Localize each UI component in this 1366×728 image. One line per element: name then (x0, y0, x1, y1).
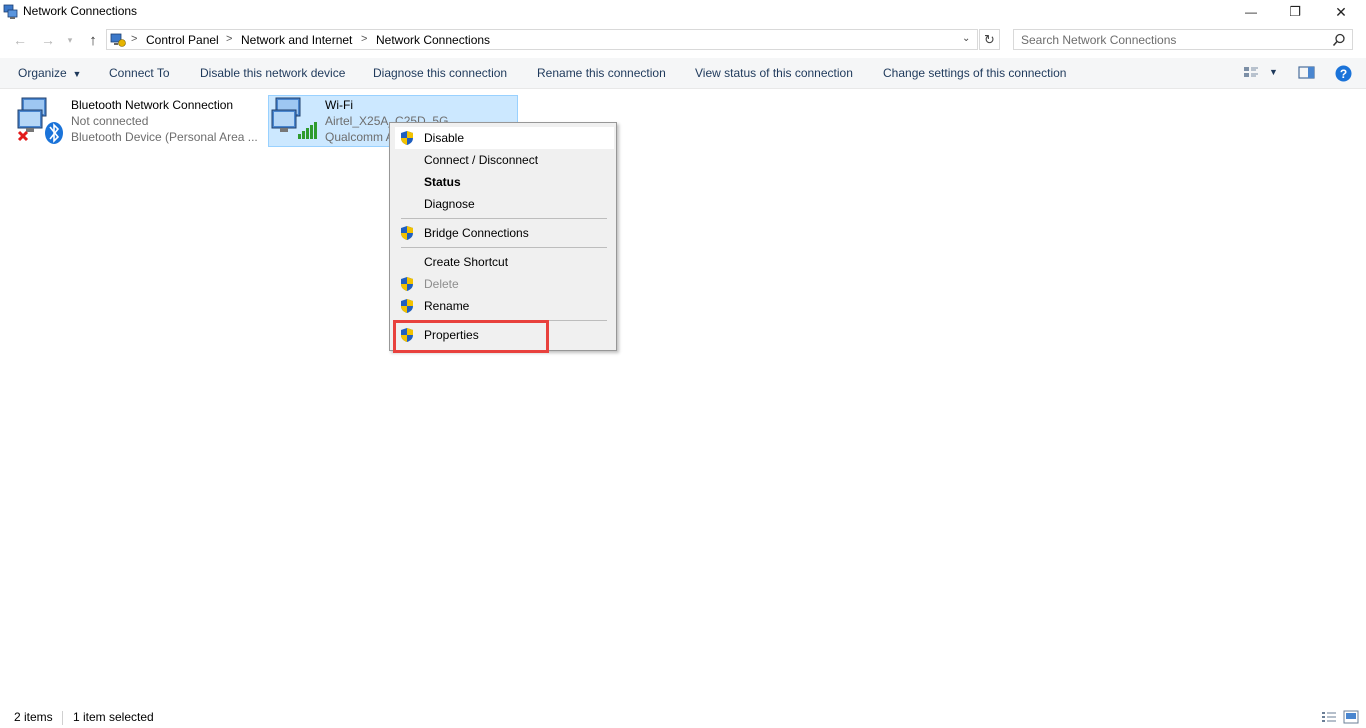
view-status-button[interactable]: View status of this connection (695, 66, 853, 80)
refresh-icon: ↻ (984, 31, 995, 47)
address-history-dropdown[interactable]: ⌄ (962, 33, 970, 44)
chevron-down-icon: ▾ (67, 34, 73, 45)
details-view-icon (1322, 712, 1336, 722)
search-icon[interactable] (1332, 33, 1346, 47)
wifi-connection-name: Wi-Fi (325, 98, 353, 112)
change-view-button[interactable] (1243, 66, 1259, 80)
view-options-dropdown[interactable]: ▼ (1269, 67, 1278, 77)
properties-highlight-box (393, 320, 549, 353)
organize-menu[interactable]: Organize ▼ (18, 66, 81, 80)
wifi-network-icon (270, 96, 320, 144)
rename-connection-button[interactable]: Rename this connection (537, 66, 666, 80)
menu-item-status[interactable]: Status (424, 175, 461, 189)
view-options-icon (1244, 67, 1258, 77)
close-button[interactable]: ✕ (1318, 0, 1364, 24)
refresh-button[interactable]: ↻ (979, 29, 1000, 50)
back-button[interactable]: ← (10, 30, 30, 50)
status-separator (62, 711, 63, 725)
disable-device-button[interactable]: Disable this network device (200, 66, 345, 80)
breadcrumb-network-connections[interactable]: Network Connections (376, 33, 490, 47)
arrow-up-icon: ↑ (89, 31, 97, 49)
window-title: Network Connections (23, 4, 138, 18)
connect-to-button[interactable]: Connect To (109, 66, 170, 80)
title-bar (0, 0, 1366, 24)
bluetooth-connection-status: Not connected (71, 114, 149, 128)
menu-item-connect-disconnect[interactable]: Connect / Disconnect (424, 153, 538, 167)
up-button[interactable]: ↑ (83, 30, 103, 50)
menu-separator (401, 218, 607, 219)
breadcrumb-separator: > (226, 33, 233, 45)
menu-item-diagnose[interactable]: Diagnose (424, 197, 475, 211)
uac-shield-icon (399, 276, 415, 292)
caret-down-icon: ▼ (1269, 67, 1278, 77)
arrow-left-icon: ← (13, 32, 27, 48)
forward-button[interactable]: → (38, 30, 58, 50)
breadcrumb-separator: > (131, 33, 138, 45)
status-item-count: 2 items (14, 710, 53, 724)
address-bar[interactable] (106, 29, 978, 50)
bluetooth-connection-device: Bluetooth Device (Personal Area ... (71, 130, 258, 144)
bluetooth-connection-name: Bluetooth Network Connection (71, 98, 234, 112)
preview-pane-button[interactable] (1298, 66, 1316, 80)
caret-down-icon: ▼ (70, 69, 82, 79)
restore-icon: ❐ (1289, 4, 1301, 19)
menu-item-create-shortcut[interactable]: Create Shortcut (424, 255, 508, 269)
breadcrumb-control-panel[interactable]: Control Panel (146, 33, 219, 47)
maximize-button[interactable]: ❐ (1272, 0, 1318, 24)
menu-item-delete: Delete (424, 277, 459, 291)
large-icons-view-button[interactable] (1343, 710, 1359, 724)
menu-separator (401, 247, 607, 248)
breadcrumb-separator: > (361, 33, 368, 45)
control-panel-icon (110, 32, 126, 48)
large-icons-view-icon (1343, 710, 1359, 724)
diagnose-connection-button[interactable]: Diagnose this connection (373, 66, 507, 80)
help-icon: ? (1335, 65, 1352, 82)
menu-item-rename[interactable]: Rename (424, 299, 469, 313)
svg-text:?: ? (1340, 67, 1347, 81)
recent-locations-button[interactable]: ▾ (63, 30, 77, 50)
details-view-button[interactable] (1321, 710, 1337, 724)
arrow-right-icon: → (41, 32, 55, 48)
help-button[interactable]: ? (1335, 65, 1352, 82)
wifi-connection-device: Qualcomm A (325, 130, 394, 144)
close-icon: ✕ (1335, 3, 1347, 20)
minimize-button[interactable]: — (1228, 0, 1274, 24)
chevron-down-icon: ⌄ (962, 33, 971, 44)
change-settings-button[interactable]: Change settings of this connection (883, 66, 1066, 80)
network-connections-app-icon (3, 4, 19, 20)
minimize-icon: — (1245, 5, 1257, 19)
breadcrumb-network-and-internet[interactable]: Network and Internet (241, 33, 352, 47)
search-placeholder: Search Network Connections (1021, 33, 1177, 47)
organize-label: Organize (18, 66, 67, 80)
preview-pane-icon (1298, 66, 1315, 79)
uac-shield-icon (399, 298, 415, 314)
uac-shield-icon (399, 130, 415, 146)
bluetooth-network-icon (16, 96, 64, 144)
status-selection: 1 item selected (73, 710, 154, 724)
menu-item-bridge-connections[interactable]: Bridge Connections (424, 226, 529, 240)
uac-shield-icon (399, 225, 415, 241)
menu-item-disable[interactable]: Disable (424, 131, 464, 145)
